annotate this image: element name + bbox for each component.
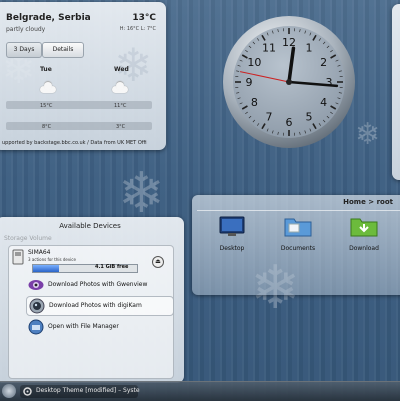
folder-icon bbox=[284, 215, 312, 237]
action-open-file-manager[interactable]: Open with File Manager bbox=[26, 318, 172, 336]
high-temperature-bar bbox=[6, 101, 152, 109]
capacity-bar-fill bbox=[33, 265, 59, 272]
download-folder-icon bbox=[350, 215, 378, 237]
folder-item-desktop[interactable]: Desktop bbox=[207, 215, 257, 252]
action-label: Download Photos with digiKam bbox=[49, 302, 142, 309]
panel-title: Available Devices bbox=[0, 222, 184, 230]
device-name: SIMA64 bbox=[28, 249, 51, 256]
folder-item-label: Download bbox=[339, 245, 389, 252]
capacity-bar: 4.1 GiB free bbox=[32, 264, 138, 273]
forecast-day: Wed bbox=[114, 66, 129, 73]
gwenview-icon bbox=[28, 277, 44, 293]
desktop-icon bbox=[219, 215, 245, 237]
edge-widget bbox=[392, 4, 400, 180]
eject-button[interactable]: ⏏ bbox=[152, 256, 164, 268]
tab-details[interactable]: Details bbox=[42, 42, 84, 58]
clock-numeral: 1 bbox=[306, 41, 313, 54]
snowflake-decoration: ❄ bbox=[355, 120, 380, 150]
weather-city: Belgrade, Serbia bbox=[6, 13, 91, 23]
clock-numeral: 3 bbox=[326, 76, 333, 89]
clock-numeral: 8 bbox=[251, 96, 258, 109]
clock-numeral: 9 bbox=[246, 76, 253, 89]
forecast-low: 8°C bbox=[42, 124, 51, 130]
application-launcher-button[interactable] bbox=[2, 384, 16, 398]
taskbar-task-system-settings[interactable]: Desktop Theme [modified] – Syste bbox=[20, 385, 138, 398]
partly-cloudy-icon bbox=[112, 86, 128, 93]
clock-numeral: 11 bbox=[262, 41, 276, 54]
section-label: Storage Volume bbox=[4, 235, 52, 242]
snowflake-decoration: ❄ bbox=[118, 166, 165, 222]
weather-credit-link[interactable]: upported by backstage.bbc.co.uk / Data f… bbox=[2, 140, 147, 146]
forecast-high: 15°C bbox=[40, 103, 52, 109]
weather-high-low: H: 16°C L: 7°C bbox=[120, 26, 156, 32]
clock-numeral: 10 bbox=[247, 56, 261, 69]
clock-numeral: 6 bbox=[286, 116, 293, 129]
analog-clock: 121234567891011 bbox=[221, 14, 357, 150]
clock-numeral: 7 bbox=[266, 111, 273, 124]
digikam-icon bbox=[29, 298, 45, 314]
clock-numeral: 4 bbox=[320, 96, 327, 109]
weather-temperature: 13°C bbox=[132, 13, 156, 23]
capacity-text: 4.1 GiB free bbox=[95, 264, 128, 270]
folder-item-documents[interactable]: Documents bbox=[273, 215, 323, 252]
low-temperature-bar bbox=[6, 122, 152, 130]
task-label: Desktop Theme [modified] – Syste bbox=[36, 387, 140, 394]
weather-condition: partly cloudy bbox=[6, 26, 45, 33]
clock-numeral: 2 bbox=[320, 56, 327, 69]
taskbar: Desktop Theme [modified] – Syste bbox=[0, 381, 400, 401]
folder-item-download[interactable]: Download bbox=[339, 215, 389, 252]
breadcrumb[interactable]: Home > root bbox=[343, 198, 393, 206]
forecast-high: 11°C bbox=[114, 103, 126, 109]
forecast-day: Tue bbox=[40, 66, 52, 73]
weather-widget: ❄ Belgrade, Serbia partly cloudy 13°C H:… bbox=[0, 2, 166, 150]
action-download-gwenview[interactable]: Download Photos with Gwenview bbox=[26, 276, 172, 294]
settings-icon bbox=[23, 387, 32, 396]
partly-cloudy-icon bbox=[40, 86, 56, 93]
folder-item-label: Documents bbox=[273, 245, 323, 252]
device-notifier-widget: Available Devices Storage Volume SIMA64 … bbox=[0, 217, 184, 383]
clock-numeral: 5 bbox=[306, 111, 313, 124]
folder-view-widget: Home > root Desktop Documents Download bbox=[192, 195, 400, 295]
folder-item-label: Desktop bbox=[207, 245, 257, 252]
action-label: Download Photos with Gwenview bbox=[48, 281, 147, 288]
action-label: Open with File Manager bbox=[48, 323, 119, 330]
divider bbox=[197, 210, 400, 211]
file-manager-icon bbox=[28, 319, 44, 335]
tab-3-days[interactable]: 3 Days bbox=[6, 42, 42, 58]
device-actions-count: 3 actions for this device bbox=[28, 257, 76, 262]
usb-drive-icon bbox=[11, 249, 25, 265]
clock-center bbox=[286, 79, 292, 85]
forecast-low: 3°C bbox=[116, 124, 125, 130]
action-download-digikam[interactable]: Download Photos with digiKam bbox=[26, 296, 174, 316]
